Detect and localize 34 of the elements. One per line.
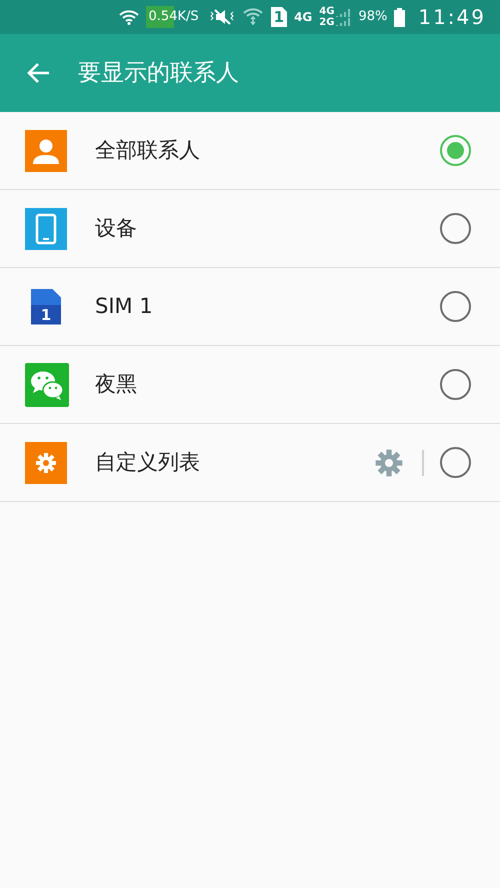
screen-title: 要显示的联系人 [78,58,239,88]
contact-source-item[interactable]: 全部联系人 [0,112,500,190]
radio-button[interactable] [440,447,471,478]
signal-icon [335,7,352,27]
battery-percent: 98% [358,8,388,26]
settings-icon [373,446,405,478]
mute-icon [208,9,235,25]
radio-button[interactable] [440,291,471,322]
tablet-icon [25,208,67,250]
clock: 11:49 [418,4,486,31]
sim-card-icon: 1 [31,288,61,324]
contact-source-item[interactable]: 夜黑 [0,346,500,424]
item-label: SIM 1 [95,292,154,320]
item-label: 夜黑 [95,370,138,398]
network-type: 4G [319,6,334,17]
radio-button[interactable] [440,213,471,244]
item-label: 设备 [95,214,138,242]
back-icon [26,62,50,84]
item-label: 自定义列表 [95,448,201,476]
chat-icon [25,362,69,406]
network-type: 4G [294,9,312,26]
gear-icon [25,442,67,484]
radio-button[interactable] [440,369,471,400]
item-label: 全部联系人 [95,136,201,164]
network-type: 2G [319,17,334,28]
contact-source-item[interactable]: 自定义列表 [0,424,500,502]
wifi-icon [118,10,139,24]
person-icon [25,130,67,172]
contact-source-item[interactable]: 设备 [0,190,500,268]
contact-source-item[interactable]: 1 SIM 1 [0,268,500,346]
battery-icon [394,8,406,26]
sim-indicator: 1 [270,7,288,27]
radio-button[interactable] [440,135,471,166]
wifi-calling-icon [242,7,264,27]
